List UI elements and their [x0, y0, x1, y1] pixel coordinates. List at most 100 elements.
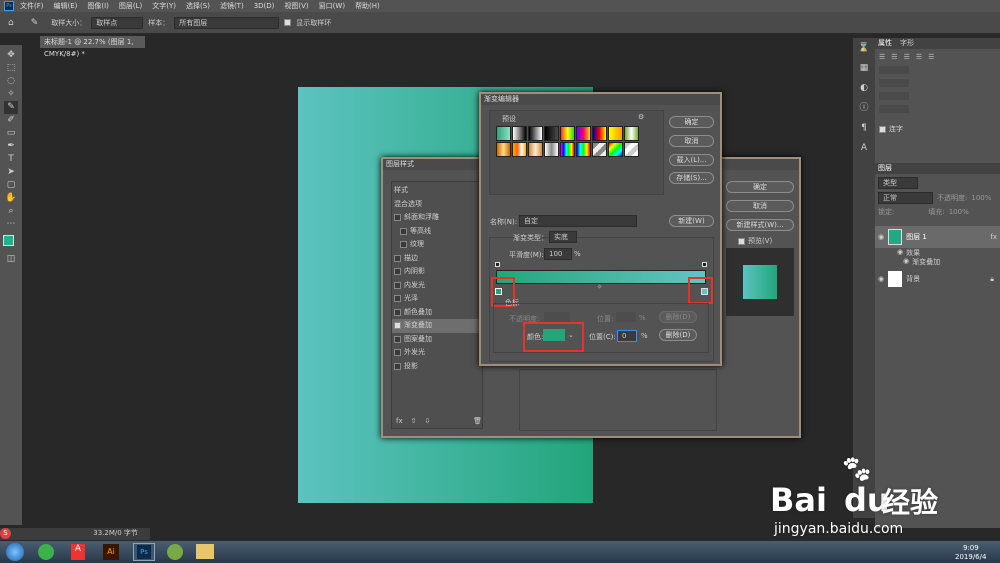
gradient-preset-swatch[interactable]: [592, 142, 607, 157]
gradient-preset-swatch[interactable]: [512, 126, 527, 141]
visibility-eye-icon[interactable]: ◉: [878, 275, 884, 283]
style-list-item[interactable]: 内发光: [392, 279, 482, 293]
color-stop-left[interactable]: [495, 288, 502, 295]
tab-properties[interactable]: 属性: [878, 38, 892, 49]
ok-button[interactable]: 确定: [726, 181, 794, 193]
color-dropdown-icon[interactable]: ⌄: [568, 331, 574, 339]
style-checkbox[interactable]: [394, 214, 401, 222]
new-style-button[interactable]: 新建样式(W)...: [726, 219, 794, 231]
eyedropper-tool-icon[interactable]: ✎: [4, 101, 18, 114]
save-button[interactable]: 存储(S)...: [669, 172, 714, 184]
new-gradient-button[interactable]: 新建(W): [669, 215, 714, 227]
gradient-effect-eye-icon[interactable]: ◉: [903, 257, 909, 266]
taskbar-explorer-icon[interactable]: [196, 544, 214, 559]
cancel-button[interactable]: 取消: [669, 135, 714, 147]
menu-view[interactable]: 视图(V): [284, 1, 308, 11]
trash-icon[interactable]: 🗑︎: [473, 417, 482, 425]
tab-glyphs[interactable]: 字形: [900, 38, 914, 49]
gradient-preset-swatch[interactable]: [544, 126, 559, 141]
input-method-icon[interactable]: S: [0, 528, 11, 539]
stop-color-swatch[interactable]: [543, 329, 565, 341]
sample-size-select[interactable]: 取样点: [91, 16, 144, 29]
ok-button[interactable]: 确定: [669, 116, 714, 128]
style-list-item[interactable]: 混合选项: [392, 198, 482, 212]
menu-window[interactable]: 窗口(W): [319, 1, 345, 11]
path-select-tool-icon[interactable]: ➤: [4, 166, 18, 179]
taskbar-photoshop-icon[interactable]: Ps: [133, 543, 155, 561]
pen-tool-icon[interactable]: ✒: [4, 140, 18, 153]
indent-first-field[interactable]: [879, 79, 909, 87]
opacity-stop-left[interactable]: [495, 262, 500, 267]
gradient-preset-swatch[interactable]: [624, 142, 639, 157]
indent-left-field[interactable]: [879, 66, 909, 74]
quick-mask-icon[interactable]: ◫: [4, 253, 18, 266]
layer-filter-select[interactable]: 类型: [878, 177, 918, 189]
style-list-item[interactable]: 图案叠加: [392, 333, 482, 347]
magic-wand-tool-icon[interactable]: ✧: [4, 88, 18, 101]
photoshop-app-icon[interactable]: Ps: [4, 1, 14, 11]
presets-gear-icon[interactable]: ⚙: [638, 113, 644, 121]
style-list-item[interactable]: 描边: [392, 252, 482, 266]
style-list-item[interactable]: 渐变叠加: [392, 319, 482, 333]
style-list-item[interactable]: 颜色叠加: [392, 306, 482, 320]
menu-image[interactable]: 图像(I): [87, 1, 109, 11]
gradient-bar[interactable]: [496, 270, 706, 284]
effects-eye-icon[interactable]: ◉: [897, 248, 903, 257]
taskbar-pdf-icon[interactable]: A: [71, 544, 85, 560]
smoothness-input[interactable]: 100: [544, 248, 572, 260]
layer-fx-badge[interactable]: fx: [990, 233, 997, 241]
gradient-preset-swatch[interactable]: [560, 142, 575, 157]
shape-tool-icon[interactable]: ▢: [4, 179, 18, 192]
color-delete-button[interactable]: 删除(D): [659, 329, 697, 341]
style-list-item[interactable]: 外发光: [392, 346, 482, 360]
space-after-field[interactable]: [879, 105, 909, 113]
gradient-preset-swatch[interactable]: [512, 142, 527, 157]
brush-tool-icon[interactable]: ✐: [4, 114, 18, 127]
opacity-stop-right[interactable]: [702, 262, 707, 267]
style-list-item[interactable]: 纹理: [392, 238, 482, 252]
gradient-preset-swatch[interactable]: [624, 126, 639, 141]
menu-edit[interactable]: 编辑(E): [54, 1, 78, 11]
location-input[interactable]: 0: [617, 330, 637, 342]
fill-value[interactable]: 100%: [949, 208, 969, 216]
info-icon[interactable]: ⓘ: [857, 102, 871, 115]
style-checkbox[interactable]: [394, 322, 401, 330]
style-list-item[interactable]: 斜面和浮雕: [392, 211, 482, 225]
zoom-tool-icon[interactable]: ⌕: [4, 205, 18, 218]
show-ring-checkbox[interactable]: [284, 19, 292, 26]
style-checkbox[interactable]: [394, 281, 401, 289]
color-stop-right[interactable]: [701, 288, 708, 295]
taskbar-app-icon[interactable]: [167, 544, 183, 560]
taskbar-browser-icon[interactable]: [38, 544, 54, 560]
align-center-icon[interactable]: ☰: [891, 53, 897, 61]
swatches-icon[interactable]: ▦: [857, 62, 871, 75]
home-icon[interactable]: ⌂: [8, 18, 14, 28]
gradient-preset-swatch[interactable]: [528, 126, 543, 141]
sample-layers-select[interactable]: 所有图层: [174, 16, 280, 29]
space-before-field[interactable]: [879, 92, 909, 100]
justify-icon[interactable]: ☰: [916, 53, 922, 61]
more-tools-icon[interactable]: ⋯: [4, 218, 18, 231]
menu-3d[interactable]: 3D(D): [254, 2, 275, 10]
adjustments-icon[interactable]: ◐: [857, 82, 871, 95]
style-checkbox[interactable]: [394, 335, 401, 343]
style-checkbox[interactable]: [394, 254, 401, 262]
layer-effects-row[interactable]: ◉ 效果: [875, 248, 1000, 257]
gradient-preset-swatch[interactable]: [544, 142, 559, 157]
hand-tool-icon[interactable]: ✋: [4, 192, 18, 205]
style-checkbox[interactable]: [394, 362, 401, 370]
menu-help[interactable]: 帮助(H): [355, 1, 380, 11]
blend-mode-select[interactable]: 正常: [878, 192, 933, 204]
menu-layer[interactable]: 图层(L): [119, 1, 142, 11]
style-checkbox[interactable]: [394, 295, 401, 303]
align-right-icon[interactable]: ☰: [904, 53, 910, 61]
align-left-icon[interactable]: ☰: [879, 53, 885, 61]
gradient-preset-swatch[interactable]: [496, 126, 511, 141]
layer-row[interactable]: ◉ 背景 🔒︎: [875, 269, 1000, 289]
name-input[interactable]: 自定: [519, 215, 637, 227]
paragraph-icon[interactable]: ¶: [857, 122, 871, 135]
move-up-icon[interactable]: ⇧: [411, 417, 417, 425]
visibility-eye-icon[interactable]: ◉: [878, 233, 884, 241]
style-list-item[interactable]: 等高线: [392, 225, 482, 239]
justify-all-icon[interactable]: ☰: [928, 53, 934, 61]
